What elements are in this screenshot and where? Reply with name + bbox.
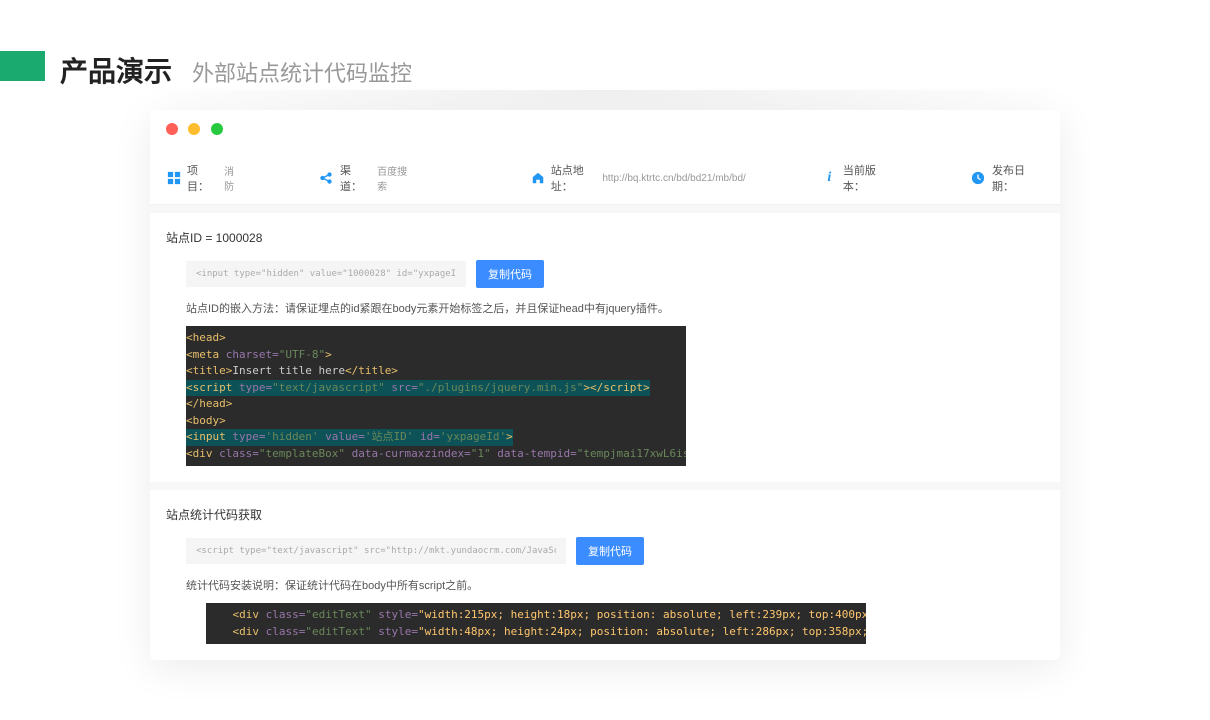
copy-button[interactable]: 复制代码	[576, 537, 644, 565]
clock-icon	[971, 171, 986, 185]
info-bar: 项目： 消防 渠道： 百度搜索 站点地址： http://bq.ktrtc.cn…	[150, 152, 1060, 205]
copy-button[interactable]: 复制代码	[476, 260, 544, 288]
section-site-id: 站点ID = 1000028 复制代码 站点ID的嵌入方法：请保证埋点的id紧跟…	[150, 205, 1060, 482]
share-icon	[319, 171, 334, 185]
page-subtitle: 外部站点统计代码监控	[192, 56, 412, 88]
version-info: i 当前版本：	[822, 162, 895, 194]
accent-block	[0, 51, 45, 81]
grid-icon	[166, 171, 181, 185]
site-value: http://bq.ktrtc.cn/bd/bd21/mb/bd/	[602, 173, 745, 184]
site-id-code-input[interactable]	[186, 261, 466, 287]
code-example-1: <head> <meta charset="UTF-8"> <title>Ins…	[186, 326, 686, 466]
channel-label: 渠道：	[340, 162, 371, 194]
info-icon: i	[822, 170, 837, 186]
minimize-dot[interactable]	[188, 123, 200, 135]
section-stats-code: 站点统计代码获取 复制代码 统计代码安装说明：保证统计代码在body中所有scr…	[150, 482, 1060, 660]
page-header: 产品演示 外部站点统计代码监控	[0, 0, 1210, 110]
section-title: 站点统计代码获取	[166, 506, 1044, 523]
site-label: 站点地址：	[551, 162, 597, 194]
channel-info: 渠道： 百度搜索	[319, 162, 415, 194]
code-example-2: <div class="editText" style="width:215px…	[206, 603, 866, 644]
date-info: 发布日期：	[971, 162, 1044, 194]
project-info: 项目： 消防	[166, 162, 243, 194]
install-description: 统计代码安装说明：保证统计代码在body中所有script之前。	[166, 577, 1044, 593]
project-label: 项目：	[187, 162, 218, 194]
project-value: 消防	[224, 163, 243, 193]
browser-window: 项目： 消防 渠道： 百度搜索 站点地址： http://bq.ktrtc.cn…	[150, 110, 1060, 660]
close-dot[interactable]	[166, 123, 178, 135]
home-icon	[531, 171, 545, 185]
date-label: 发布日期：	[992, 162, 1044, 194]
stats-code-input[interactable]	[186, 538, 566, 564]
section-title: 站点ID = 1000028	[166, 229, 1044, 246]
channel-value: 百度搜索	[377, 163, 415, 193]
traffic-lights	[150, 110, 1060, 152]
embed-description: 站点ID的嵌入方法：请保证埋点的id紧跟在body元素开始标签之后，并且保证he…	[166, 300, 1044, 316]
version-label: 当前版本：	[843, 162, 895, 194]
site-info: 站点地址： http://bq.ktrtc.cn/bd/bd21/mb/bd/	[531, 162, 746, 194]
maximize-dot[interactable]	[211, 123, 223, 135]
page-title: 产品演示	[60, 50, 172, 90]
